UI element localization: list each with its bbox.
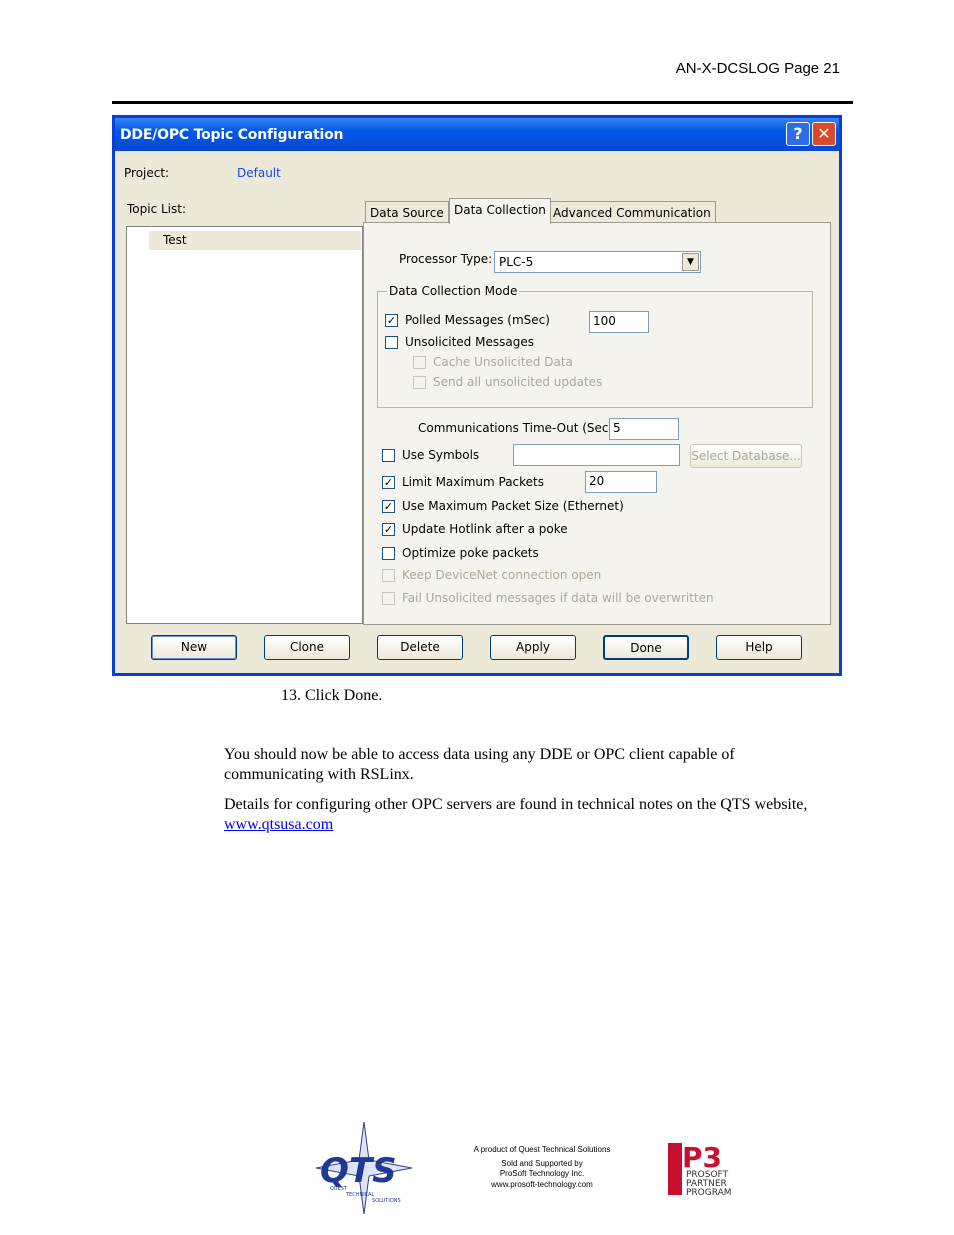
check-mark-icon: ✓	[386, 314, 397, 327]
symbols-input[interactable]	[513, 444, 680, 466]
polled-input[interactable]: 100	[589, 311, 649, 333]
done-button[interactable]: Done	[603, 635, 689, 660]
processor-type-select[interactable]: PLC-5 ▼	[494, 251, 701, 273]
paragraph-text: Details for configuring other OPC server…	[224, 796, 808, 813]
footer-line-2: Sold and Supported by	[501, 1159, 583, 1168]
use-symbols-checkbox[interactable]	[382, 449, 395, 462]
polled-checkbox[interactable]: ✓	[385, 314, 398, 327]
footer-line-3: ProSoft Technology Inc.	[499, 1169, 585, 1178]
clone-button[interactable]: Clone	[264, 635, 350, 660]
tab-advanced-communication[interactable]: Advanced Communication	[548, 201, 716, 223]
header-rule	[112, 101, 853, 104]
tab-data-collection[interactable]: Data Collection	[449, 198, 551, 224]
page-header: AN-X-DCSLOG Page 21	[675, 60, 840, 77]
max-packet-checkbox[interactable]: ✓	[382, 500, 395, 513]
close-icon[interactable]: ✕	[812, 122, 836, 146]
check-mark-icon: ✓	[383, 523, 394, 536]
apply-button[interactable]: Apply	[490, 635, 576, 660]
title-bar[interactable]: DDE/OPC Topic Configuration ? ✕	[115, 118, 839, 151]
group-title: Data Collection Mode	[387, 284, 520, 298]
p3-line-3: PROGRAM	[686, 1188, 732, 1197]
tab-data-source[interactable]: Data Source	[365, 201, 449, 223]
unsolicited-checkbox[interactable]	[385, 336, 398, 349]
hotlink-label: Update Hotlink after a poke	[402, 522, 568, 536]
body-paragraph-1: You should now be able to access data us…	[224, 746, 735, 783]
dialog-title: DDE/OPC Topic Configuration	[120, 127, 344, 143]
limit-packets-label: Limit Maximum Packets	[402, 475, 545, 489]
data-collection-mode-group	[377, 291, 813, 408]
footer-line-1: A product of Quest Technical Solutions	[473, 1145, 611, 1154]
qts-logo-text: QTS	[320, 1151, 397, 1191]
step-text: 13. Click Done.	[281, 687, 383, 704]
timeout-label: Communications Time-Out (Secs):	[418, 421, 624, 435]
select-database-button[interactable]: Select Database...	[690, 444, 802, 468]
check-mark-icon: ✓	[383, 476, 394, 489]
qts-sub2: TECHNICAL	[345, 1192, 375, 1198]
limit-packets-checkbox[interactable]: ✓	[382, 476, 395, 489]
cache-label: Cache Unsolicited Data	[433, 355, 573, 369]
optimize-checkbox[interactable]	[382, 547, 395, 560]
polled-label: Polled Messages (mSec)	[405, 313, 550, 327]
max-packet-label: Use Maximum Packet Size (Ethernet)	[402, 499, 624, 513]
qts-sub3: SOLUTIONS	[372, 1198, 401, 1204]
keep-devicenet-label: Keep DeviceNet connection open	[402, 568, 602, 582]
project-value: Default	[237, 166, 281, 180]
topic-list[interactable]: Test	[126, 226, 363, 624]
list-item[interactable]: Test	[149, 231, 361, 250]
limit-packets-input[interactable]: 20	[585, 471, 657, 493]
qts-logo: QTS QUEST TECHNICAL SOLUTIONS	[316, 1122, 412, 1214]
fail-unsolicited-checkbox[interactable]	[382, 592, 395, 605]
chevron-down-icon[interactable]: ▼	[682, 253, 699, 271]
prosoft-partner-logo: P3 PROSOFT PARTNER PROGRAM	[668, 1141, 732, 1197]
project-label: Project:	[124, 166, 170, 180]
body-paragraph-2: Details for configuring other OPC server…	[224, 795, 824, 835]
hotlink-checkbox[interactable]: ✓	[382, 523, 395, 536]
topic-config-dialog: DDE/OPC Topic Configuration ? ✕ Project:…	[112, 115, 842, 676]
delete-button[interactable]: Delete	[377, 635, 463, 660]
unsolicited-label: Unsolicited Messages	[405, 335, 534, 349]
new-button[interactable]: New	[151, 635, 237, 660]
use-symbols-label: Use Symbols	[402, 448, 480, 462]
cache-checkbox[interactable]	[413, 356, 426, 369]
fail-unsolicited-label: Fail Unsolicited messages if data will b…	[402, 591, 714, 605]
footer-line-4: www.prosoft-technology.com	[491, 1180, 593, 1189]
help-button[interactable]: Help	[716, 635, 802, 660]
optimize-label: Optimize poke packets	[402, 546, 539, 560]
keep-devicenet-checkbox[interactable]	[382, 569, 395, 582]
send-all-label: Send all unsolicited updates	[433, 375, 603, 389]
help-icon[interactable]: ?	[786, 122, 810, 146]
topic-list-label: Topic List:	[127, 202, 187, 216]
website-link[interactable]: www.qtsusa.com	[224, 816, 333, 833]
processor-type-value: PLC-5	[499, 255, 534, 269]
send-all-checkbox[interactable]	[413, 376, 426, 389]
processor-type-label: Processor Type:	[399, 252, 493, 266]
timeout-input[interactable]: 5	[609, 418, 679, 440]
check-mark-icon: ✓	[383, 500, 394, 513]
